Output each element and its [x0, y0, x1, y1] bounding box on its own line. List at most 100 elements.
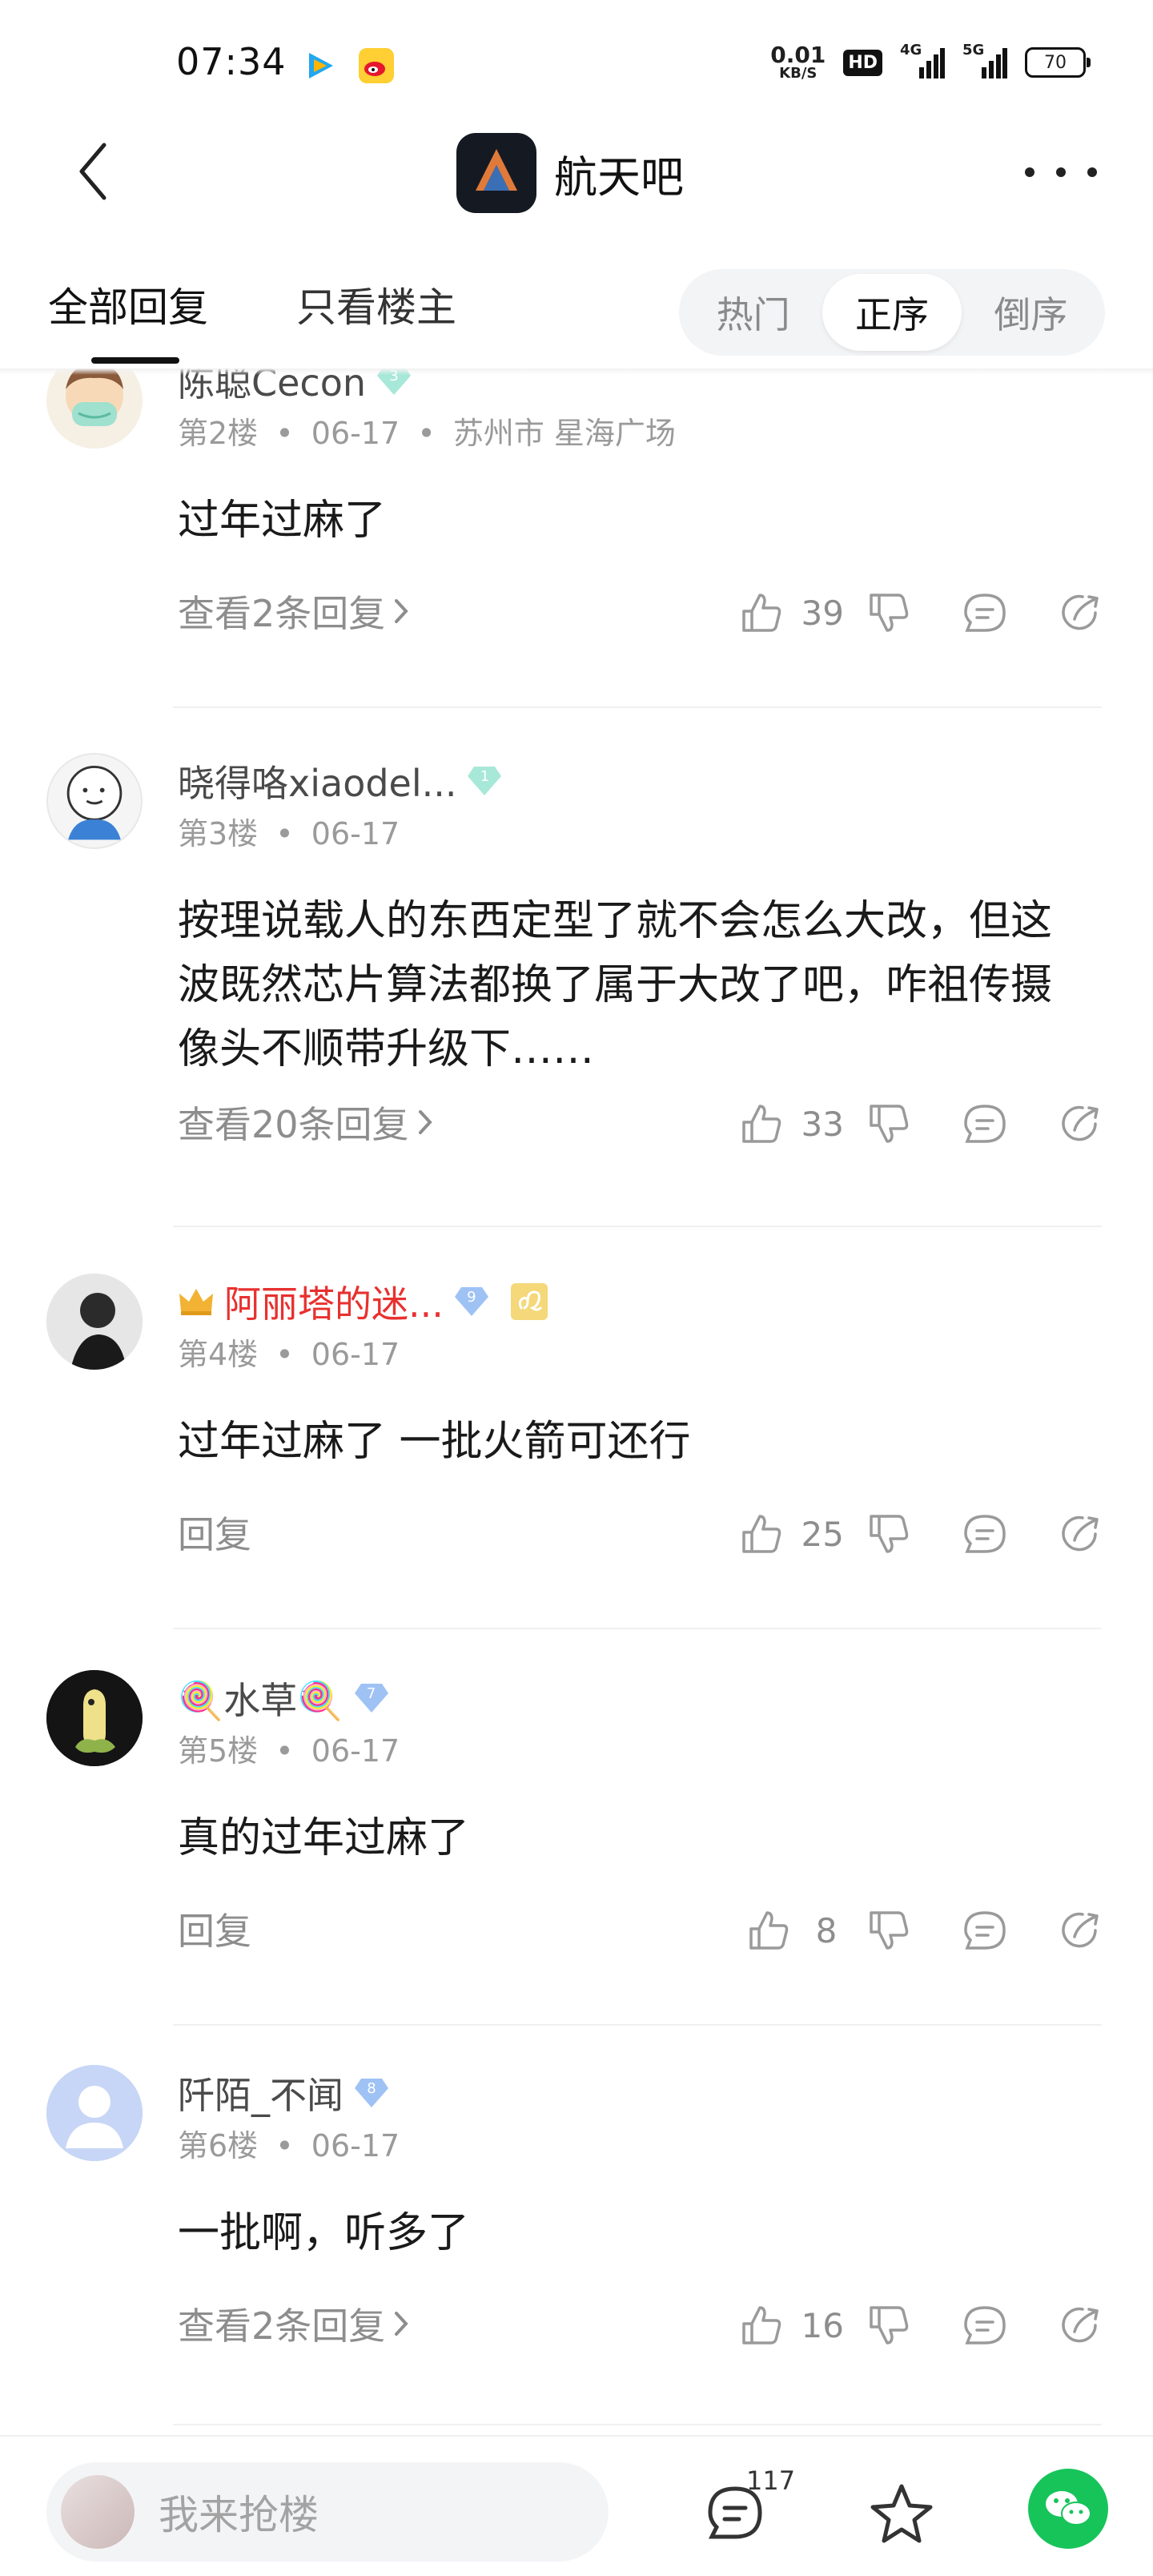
tab-op-only[interactable]: 只看楼主 — [296, 276, 456, 333]
meta-separator: • — [275, 416, 294, 451]
avatar[interactable] — [46, 1274, 143, 1370]
comment-button[interactable] — [961, 1100, 1009, 1148]
avatar[interactable] — [46, 753, 143, 849]
bottom-bar: 我来抢楼 117 — [0, 2435, 1153, 2576]
battery-icon: 70 — [1025, 47, 1091, 78]
reply-link[interactable]: 回复 — [178, 1506, 251, 1559]
dislike-button[interactable] — [865, 1906, 913, 1954]
post-date: 06-17 — [311, 816, 400, 851]
sort-descending-button[interactable]: 倒序 — [962, 274, 1100, 351]
forum-header[interactable]: 航天吧 — [456, 133, 684, 213]
status-bar: 07:34 0.01 KB/S HD 4G 5G 70 — [0, 0, 1153, 120]
like-count: 39 — [801, 593, 844, 633]
comment-button[interactable] — [961, 1510, 1009, 1558]
like-button[interactable] — [737, 1510, 785, 1558]
like-count: 25 — [801, 1514, 844, 1554]
comment-count: 117 — [746, 2465, 796, 2496]
like-button[interactable] — [745, 1906, 793, 1954]
share-icon — [1062, 2307, 1099, 2343]
sort-hot-button[interactable]: 热门 — [684, 274, 822, 351]
back-button[interactable] — [64, 138, 122, 205]
share-icon — [1062, 594, 1099, 630]
chevron-right-icon — [395, 2312, 409, 2336]
comment-bubble-icon — [964, 1911, 1006, 1950]
thumbs-up-icon — [741, 594, 781, 632]
comment-button[interactable] — [961, 2301, 1009, 2349]
post-content: 过年过麻了 — [178, 497, 387, 545]
meta-separator: • — [417, 416, 436, 451]
post-date: 06-17 — [311, 2128, 400, 2163]
level-number: 7 — [366, 1685, 376, 1702]
favorite-button[interactable] — [868, 2480, 935, 2547]
post-actions: 16 — [737, 2297, 1105, 2353]
level-number: 1 — [480, 768, 490, 785]
thumbs-down-icon — [870, 2306, 909, 2345]
chevron-left-icon — [79, 143, 106, 200]
share-button[interactable] — [1057, 589, 1105, 637]
level-badge-icon: 7 — [353, 1682, 390, 1714]
view-replies-link[interactable]: 查看2条回复 — [178, 2297, 409, 2350]
floor-number: 第6楼 — [178, 2128, 259, 2163]
share-icon — [1062, 1912, 1099, 1948]
star-icon — [870, 2484, 933, 2543]
avatar[interactable] — [46, 2065, 143, 2161]
dislike-button[interactable] — [865, 589, 913, 637]
status-right: 0.01 KB/S HD 4G 5G 70 — [770, 38, 1091, 87]
share-button[interactable] — [1057, 1100, 1105, 1148]
like-button[interactable] — [737, 2301, 785, 2349]
username[interactable]: 🍭水草🍭 — [178, 1672, 343, 1725]
net-speed: 0.01 KB/S — [770, 44, 826, 81]
nav-bar: 航天吧 — [0, 120, 1153, 224]
wechat-share-button[interactable] — [1028, 2469, 1108, 2549]
view-replies-link[interactable]: 查看2条回复 — [178, 585, 409, 638]
post-location: 苏州市 星海广场 — [452, 416, 676, 451]
dislike-button[interactable] — [865, 1100, 913, 1148]
floor-number: 第3楼 — [178, 816, 259, 851]
like-button[interactable] — [737, 1100, 785, 1148]
share-button[interactable] — [1057, 2301, 1105, 2349]
more-dot-icon — [1087, 167, 1097, 177]
floor-number: 第2楼 — [178, 416, 259, 451]
floor-number: 第4楼 — [178, 1337, 259, 1372]
comment-button[interactable] — [961, 1906, 1009, 1954]
like-button[interactable] — [737, 589, 785, 637]
avatar[interactable] — [46, 1670, 143, 1766]
comment-button[interactable] — [961, 589, 1009, 637]
more-dot-icon — [1056, 167, 1066, 177]
signal-4g-icon: 4G — [900, 42, 945, 80]
current-user-avatar — [61, 2475, 135, 2549]
comment-bubble-icon — [964, 594, 1006, 632]
view-replies-link[interactable]: 查看20条回复 — [178, 1096, 433, 1149]
dislike-button[interactable] — [865, 2301, 913, 2349]
post-meta: 晓得咯xiaodel... 1 第3楼 • 06-17 — [178, 755, 503, 853]
post-actions: 25 — [737, 1506, 1105, 1562]
floor-line: 第2楼 • 06-17 • 苏州市 星海广场 — [178, 409, 676, 453]
divider — [173, 1226, 1102, 1227]
thumbs-down-icon — [870, 1105, 909, 1143]
floor-line: 第3楼 • 06-17 — [178, 809, 503, 853]
post-meta: 阿丽塔的迷... 9 第4楼 • 06-17 — [178, 1275, 548, 1374]
level-badge-icon: 9 — [453, 1286, 490, 1318]
reply-link[interactable]: 回复 — [178, 1902, 251, 1955]
thumbs-down-icon — [870, 1911, 909, 1950]
username[interactable]: 晓得咯xiaodel... — [178, 755, 456, 807]
divider — [173, 2424, 1102, 2425]
username[interactable]: 阿丽塔的迷... — [224, 1275, 444, 1328]
more-options-button[interactable] — [1025, 152, 1097, 192]
share-button[interactable] — [1057, 1510, 1105, 1558]
post-content: 真的过年过麻了 — [178, 1814, 470, 1862]
share-button[interactable] — [1057, 1906, 1105, 1954]
reply-input[interactable]: 我来抢楼 — [46, 2462, 609, 2562]
reply-label: 回复 — [178, 1513, 251, 1556]
dislike-button[interactable] — [865, 1510, 913, 1558]
username[interactable]: 阡陌_不闻 — [178, 2067, 343, 2119]
sort-ascending-button[interactable]: 正序 — [822, 274, 962, 351]
post-date: 06-17 — [311, 416, 400, 451]
crown-icon — [179, 1289, 213, 1315]
sort-toggle-group: 热门 正序 倒序 — [679, 269, 1105, 356]
divider — [173, 2024, 1102, 2026]
view-replies-label: 查看2条回复 — [178, 592, 386, 635]
battery-level: 70 — [1044, 52, 1067, 73]
tab-all-replies[interactable]: 全部回复 — [48, 276, 208, 333]
post-actions: 8 — [745, 1902, 1105, 1958]
